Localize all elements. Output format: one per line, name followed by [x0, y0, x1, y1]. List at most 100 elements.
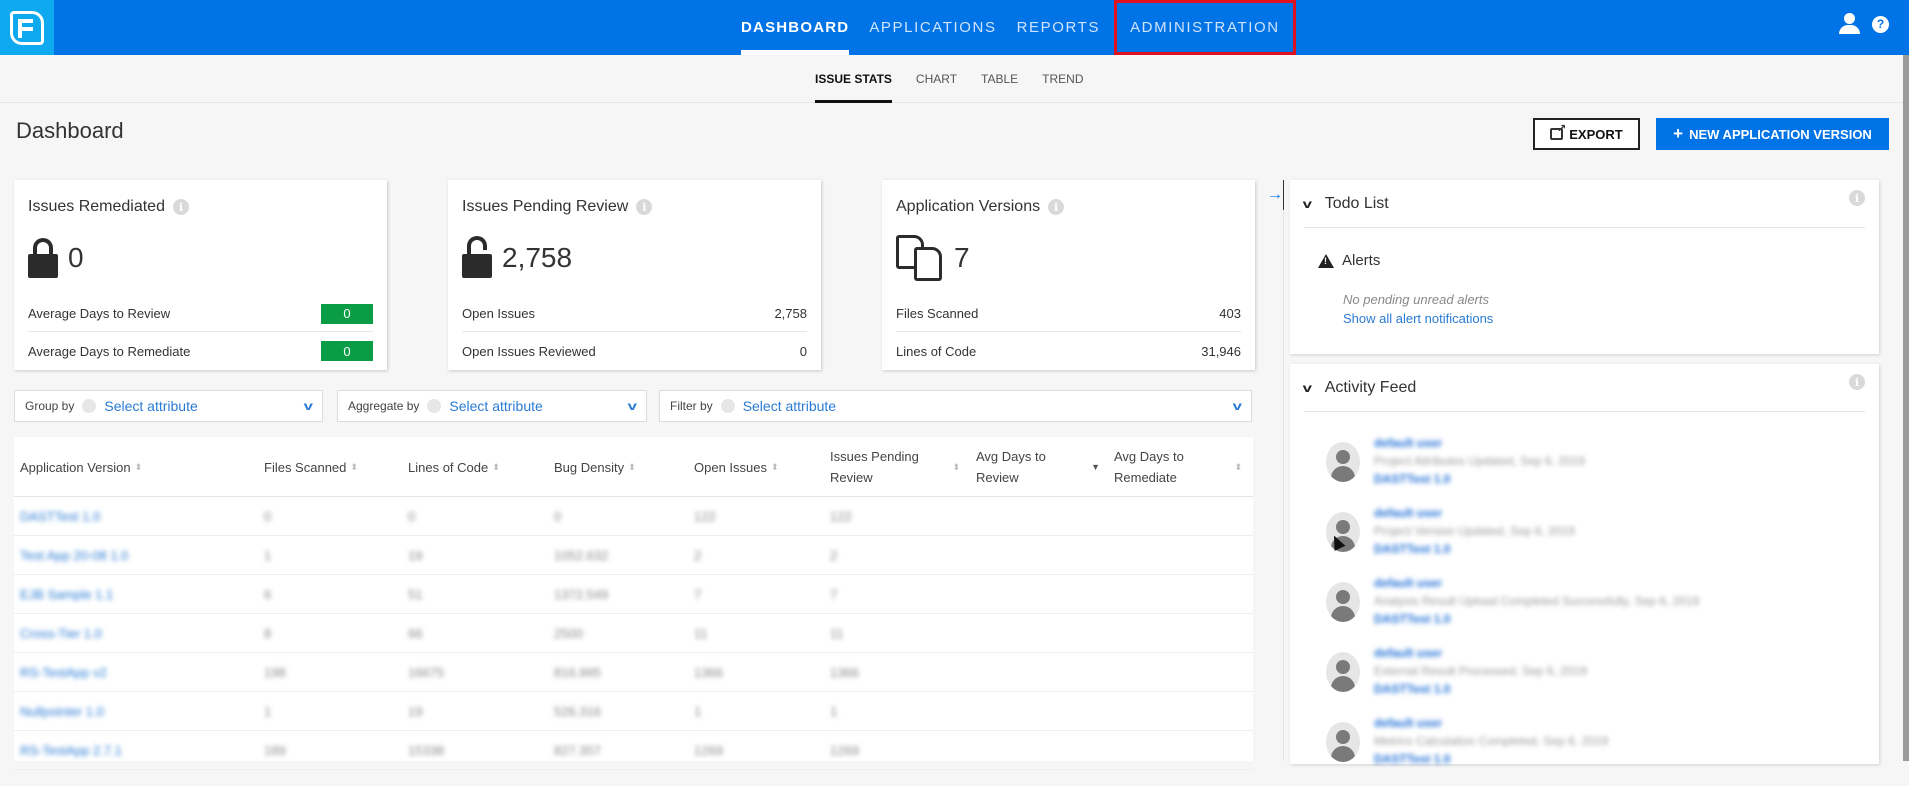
nav-dashboard[interactable]: DASHBOARD [741, 0, 859, 55]
activity-app-link[interactable]: DASTTest 1.0 [1374, 540, 1575, 558]
info-icon[interactable]: i [1849, 190, 1865, 206]
col-avg-days-review[interactable]: Avg Days to Review ▼ [976, 437, 1100, 497]
chevron-down-icon[interactable]: v [1303, 381, 1312, 395]
app-logo[interactable] [0, 0, 54, 55]
app-version-link[interactable]: Test App 20-08 1.0 [20, 536, 128, 575]
table-row: RS-TestApp v2 198 16675 816.995 1366 1366 [14, 653, 1253, 692]
table-cell: 1372.549 [554, 587, 609, 602]
activity-app-link[interactable]: DASTTest 1.0 [1374, 470, 1585, 488]
activity-user-link[interactable]: default user [1374, 434, 1585, 452]
user-icon[interactable] [1838, 13, 1860, 35]
table-cell: 19 [408, 704, 423, 719]
stat-row: Average Days to Review 0 [28, 296, 373, 332]
activity-user-link[interactable]: default user [1374, 504, 1575, 522]
info-icon[interactable]: i [172, 199, 189, 215]
export-icon [1550, 122, 1566, 140]
plus-icon: + [1673, 124, 1684, 143]
help-icon[interactable]: ? [1872, 15, 1889, 33]
table-cell: 11 [694, 626, 708, 641]
nav-reports[interactable]: REPORTS [1007, 0, 1110, 55]
chevron-down-icon[interactable]: v [1303, 197, 1312, 211]
nav-applications[interactable]: APPLICATIONS [859, 0, 1006, 55]
app-version-link[interactable]: DASTTest 1.0 [20, 497, 100, 536]
stat-row: Lines of Code 31,946 [896, 333, 1241, 369]
stat-label: Average Days to Review [28, 306, 171, 321]
sort-desc-icon: ▼ [1091, 461, 1100, 472]
filter-by-select[interactable]: Filter by Select attribute v [659, 390, 1252, 422]
avatar [1326, 442, 1360, 482]
app-version-link[interactable]: Nullpointer 1.0 [20, 692, 104, 731]
col-application-version[interactable]: Application Version ⬍ [20, 437, 142, 497]
activity-app-link[interactable]: DASTTest 1.0 [1374, 680, 1587, 698]
export-button[interactable]: EXPORT [1533, 118, 1640, 150]
card-application-versions: Application Versions i 7 Files Scanned 403… [882, 180, 1255, 370]
col-issues-pending-review[interactable]: Issues Pending Review ⬍ [830, 437, 960, 497]
activity-app-link[interactable]: DASTTest 1.0 [1374, 610, 1699, 628]
card-value: 2,758 [502, 242, 573, 273]
table-cell: 2500 [554, 626, 583, 641]
table-cell: 51 [408, 587, 423, 602]
table-cell: 2 [694, 548, 702, 563]
clear-icon[interactable] [720, 399, 735, 413]
col-lines-of-code[interactable]: Lines of Code ⬍ [408, 437, 500, 497]
activity-user-link[interactable]: default user [1374, 644, 1587, 662]
filter-label: Aggregate by [348, 399, 420, 413]
info-icon[interactable]: i [636, 199, 653, 215]
stat-value: 403 [1219, 306, 1241, 321]
app-versions-table: Application Version ⬍ Files Scanned ⬍ Line… [14, 437, 1253, 770]
activity-event: Project Version Updated, [1374, 524, 1507, 538]
collapse-panel-arrow-icon[interactable]: → [1267, 186, 1283, 204]
table-cell: 8 [264, 626, 272, 641]
nav-administration[interactable]: ADMINISTRATION [1114, 0, 1296, 55]
activity-item: default user External Result Processed, S… [1326, 646, 1846, 716]
no-alerts-text: No pending unread alerts [1343, 292, 1489, 307]
tab-trend[interactable]: TREND [1042, 55, 1083, 103]
documents-icon [896, 235, 944, 281]
group-by-select[interactable]: Group by Select attribute v [14, 390, 323, 422]
activity-feed-header[interactable]: v Activity Feed [1303, 364, 1865, 412]
clear-icon[interactable] [427, 399, 442, 413]
page-title: Dashboard [16, 118, 124, 143]
activity-user-link[interactable]: default user [1374, 714, 1608, 732]
stat-row: Average Days to Remediate 0 [28, 333, 373, 369]
activity-date: Sep 6, 2019 [1543, 734, 1609, 748]
page-scrollbar[interactable] [1903, 55, 1909, 761]
activity-date: Sep 6, 2019 [1510, 524, 1575, 538]
app-version-link[interactable]: RS-TestApp v2 [20, 653, 107, 692]
todo-list-header[interactable]: v Todo List [1303, 180, 1865, 228]
activity-app-link[interactable]: DASTTest 1.0 [1374, 750, 1608, 768]
table-cell: 1269 [830, 743, 859, 758]
info-icon[interactable]: i [1048, 199, 1065, 215]
table-cell: 1269 [694, 743, 723, 758]
info-icon[interactable]: i [1849, 374, 1865, 390]
export-label: EXPORT [1569, 126, 1623, 142]
col-bug-density[interactable]: Bug Density ⬍ [554, 437, 636, 497]
logo-icon [10, 10, 44, 45]
tab-table[interactable]: TABLE [981, 55, 1018, 103]
stat-value: 31,946 [1201, 343, 1241, 359]
tab-chart[interactable]: CHART [916, 55, 957, 103]
app-version-link[interactable]: RS-TestApp 2.7.1 [20, 731, 122, 770]
activity-event: Analysis Result Upload Completed Success… [1374, 594, 1632, 608]
new-application-version-button[interactable]: + NEW APPLICATION VERSION [1656, 118, 1889, 150]
panel-title: Todo List [1324, 194, 1389, 212]
col-open-issues[interactable]: Open Issues ⬍ [694, 437, 779, 497]
activity-user-link[interactable]: default user [1374, 574, 1699, 592]
show-all-alerts-link[interactable]: Show all alert notifications [1343, 311, 1493, 326]
clear-icon[interactable] [82, 399, 97, 413]
activity-item: default user Analysis Result Upload Compl… [1326, 576, 1846, 646]
table-cell: 198 [264, 665, 286, 680]
stat-label: Open Issues [462, 306, 535, 321]
app-version-link[interactable]: Cross-Tier 1.0 [20, 614, 102, 653]
table-row: Test App 20-08 1.0 1 19 1052.632 2 2 [14, 536, 1253, 575]
col-avg-days-remediate[interactable]: Avg Days to Remediate ⬍ [1114, 437, 1242, 497]
app-version-link[interactable]: EJB Sample 1.1 [20, 575, 113, 614]
activity-item: default user Metrics Calculation Complete… [1326, 716, 1846, 786]
table-cell: 1 [830, 704, 838, 719]
col-files-scanned[interactable]: Files Scanned ⬍ [264, 437, 358, 497]
tab-issue-stats[interactable]: ISSUE STATS [815, 55, 892, 103]
collapse-handle[interactable] [1283, 180, 1284, 210]
activity-event: Project Attributes Updated, [1374, 454, 1517, 468]
aggregate-by-select[interactable]: Aggregate by Select attribute v [337, 390, 647, 422]
table-row: RS-TestApp 2.7.1 189 15338 827.357 1269 1269 [14, 731, 1253, 770]
